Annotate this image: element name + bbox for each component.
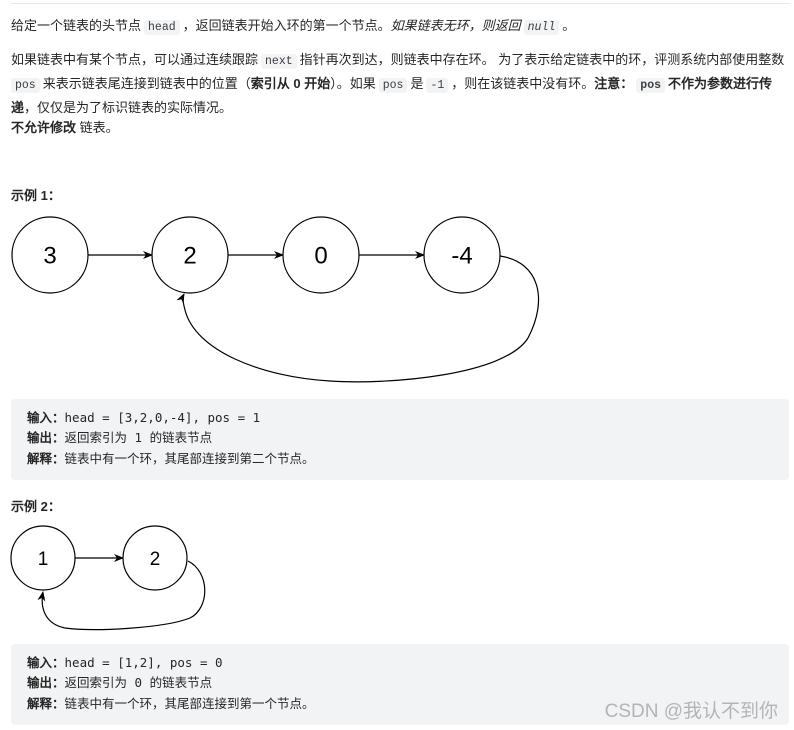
explain-line: 解释：链表中有一个环，其尾部连接到第一个节点。 (27, 694, 315, 714)
example-2-diagram: 12 (10, 525, 206, 631)
input-line: 输入：head = [1,2], pos = 0 (27, 653, 223, 673)
output-label: 输出： (27, 675, 65, 690)
input-label: 输入： (27, 655, 65, 670)
output-value: 返回索引为 0 的链表节点 (64, 675, 213, 690)
input-value: head = [1,2], pos = 0 (64, 655, 223, 670)
explain-label: 解释： (27, 696, 65, 711)
list-node-value: 2 (150, 549, 161, 570)
explain-value: 链表中有一个环，其尾部连接到第一个节点。 (64, 696, 315, 711)
watermark: CSDN @我认不到你 (604, 701, 778, 722)
output-line: 输出：返回索引为 0 的链表节点 (27, 673, 212, 693)
list-node-value: 1 (38, 549, 49, 570)
